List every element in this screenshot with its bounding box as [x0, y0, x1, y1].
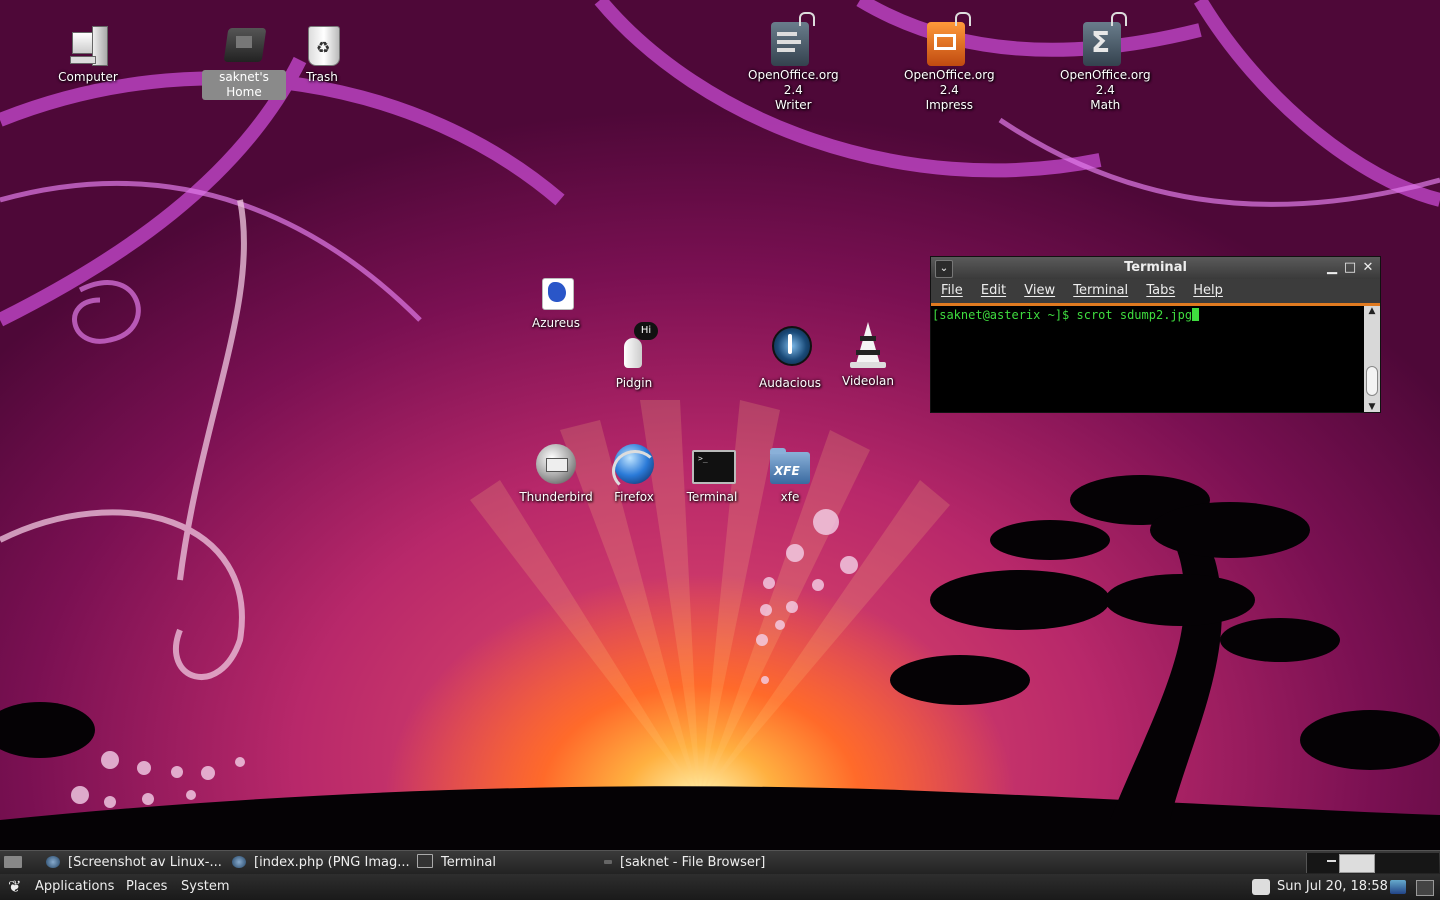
menu-places[interactable]: Places	[126, 874, 167, 900]
close-icon: ✕	[1362, 260, 1374, 275]
folder-icon	[604, 860, 612, 864]
maximize-button[interactable]: □	[1342, 259, 1358, 277]
main-panel: ❦ Applications Places System Sun Jul 20,…	[0, 874, 1440, 900]
firefox-icon	[232, 856, 246, 868]
desktop-icon-trash[interactable]: ♻ Trash	[280, 24, 364, 85]
firefox-icon	[46, 856, 60, 868]
desktop-icon-computer[interactable]: Computer	[46, 24, 130, 85]
desktop-background: Computer saknet's Home ♻ Trash OpenOffic…	[0, 0, 1440, 850]
window-list-panel: [Screenshot av Linux-... [index.php (PNG…	[0, 850, 1440, 875]
task-terminal[interactable]: Terminal	[417, 851, 496, 875]
task-label: [Screenshot av Linux-...	[68, 855, 222, 870]
audacious-icon	[768, 324, 812, 374]
workspace-1[interactable]	[1339, 854, 1375, 873]
task-index-php[interactable]: [index.php (PNG Imag...	[232, 851, 410, 875]
terminal-prompt-line: [saknet@asterix ~]$ scrot sdump2.jpg	[932, 308, 1193, 322]
terminal-titlebar[interactable]: ⌄ Terminal ▁ □ ✕	[931, 257, 1380, 279]
task-file-browser[interactable]: [saknet - File Browser]	[604, 851, 765, 875]
desktop-icon-label: Azureus	[531, 316, 581, 330]
desktop-icon-terminal[interactable]: >_ Terminal	[670, 444, 754, 505]
desktop-icon-home[interactable]: saknet's Home	[202, 24, 286, 100]
gnome-foot-icon[interactable]: ❦	[8, 877, 28, 897]
thunderbird-icon	[534, 444, 578, 488]
desktop-icon-label: OpenOffice.org 2.4 Math	[1060, 68, 1151, 112]
terminal-menubar: File Edit View Terminal Tabs Help	[931, 279, 1380, 306]
desktop-icon-label: Firefox	[614, 490, 654, 504]
menu-view[interactable]: View	[1024, 283, 1055, 298]
task-label: Terminal	[441, 855, 496, 870]
close-button[interactable]: ✕	[1360, 259, 1376, 277]
desktop-icon-thunderbird[interactable]: Thunderbird	[514, 444, 598, 505]
desktop-icon-label: xfe	[780, 490, 800, 504]
desktop-icon-label: Terminal	[686, 490, 738, 504]
desktop-icon-audacious[interactable]: Audacious	[748, 324, 832, 391]
impress-icon	[919, 12, 973, 66]
desktop-icon-label: OpenOffice.org 2.4 Writer	[748, 68, 839, 112]
text-cursor	[1192, 308, 1200, 321]
azureus-icon	[534, 276, 578, 314]
menu-system[interactable]: System	[181, 874, 229, 900]
menu-applications[interactable]: Applications	[35, 874, 114, 900]
desktop-icon-label: Audacious	[759, 376, 821, 390]
window-thumb-icon	[1327, 860, 1336, 862]
desktop-icon-firefox[interactable]: Firefox	[592, 444, 676, 505]
task-label: [saknet - File Browser]	[620, 855, 766, 870]
menu-file[interactable]: File	[941, 283, 963, 298]
wallpaper-art	[0, 0, 1440, 850]
desktop-icon-math[interactable]: Σ OpenOffice.org 2.4 Math	[1057, 12, 1151, 113]
terminal-screen[interactable]: [saknet@asterix ~]$ scrot sdump2.jpg	[931, 306, 1364, 412]
task-screenshot[interactable]: [Screenshot av Linux-...	[46, 851, 222, 875]
menu-edit[interactable]: Edit	[981, 283, 1006, 298]
desktop-icon-pidgin[interactable]: Hi Pidgin	[592, 322, 676, 391]
xfe-folder-icon: XFE	[768, 444, 812, 488]
desktop-icon-label: Pidgin	[615, 376, 653, 390]
menu-tabs[interactable]: Tabs	[1146, 283, 1175, 298]
writer-icon	[763, 12, 817, 66]
show-desktop-tray-icon[interactable]	[1416, 880, 1434, 896]
desktop-icon-azureus[interactable]: Azureus	[514, 276, 598, 331]
desktop-icon-xfe[interactable]: XFE xfe	[748, 444, 832, 505]
menu-help[interactable]: Help	[1193, 283, 1223, 298]
show-desktop-button[interactable]	[4, 851, 30, 875]
network-icon[interactable]	[1390, 880, 1406, 894]
desktop-icon-label: Videolan	[842, 374, 894, 388]
scroll-down-arrow-icon[interactable]: ▼	[1364, 402, 1380, 412]
desktop-icon-writer[interactable]: OpenOffice.org 2.4 Writer	[745, 12, 839, 113]
update-notifier-icon[interactable]	[1252, 879, 1270, 895]
terminal-window[interactable]: ⌄ Terminal ▁ □ ✕ File Edit View Terminal…	[930, 256, 1381, 413]
desktop-icon-label: saknet's Home	[202, 70, 286, 100]
desktop-icon-label: OpenOffice.org 2.4 Impress	[904, 68, 995, 112]
window-menu-button[interactable]: ⌄	[935, 260, 953, 278]
scrollbar-thumb[interactable]	[1366, 366, 1378, 396]
pidgin-icon: Hi	[612, 322, 658, 374]
desktop-icon-label: Trash	[306, 70, 338, 84]
math-icon: Σ	[1075, 12, 1129, 66]
desktop-icon-label: Computer	[58, 70, 118, 84]
desktop-icon-label: Thunderbird	[519, 490, 593, 504]
firefox-icon	[612, 444, 658, 492]
clock[interactable]: Sun Jul 20, 18:58	[1277, 874, 1388, 900]
trash-icon: ♻	[300, 24, 344, 68]
terminal-icon: >_	[690, 444, 736, 488]
computer-icon	[66, 24, 110, 68]
vlc-icon	[846, 320, 890, 372]
window-title: Terminal	[1124, 260, 1187, 275]
show-desktop-icon	[4, 856, 22, 868]
minimize-icon: ▁	[1327, 260, 1337, 275]
home-folder-icon	[222, 24, 267, 68]
desktop-icon-videolan[interactable]: Videolan	[826, 320, 910, 389]
minimize-button[interactable]: ▁	[1324, 259, 1340, 277]
terminal-icon	[417, 854, 433, 868]
terminal-scrollbar[interactable]: ▲ ▼	[1364, 306, 1380, 412]
workspace-switcher[interactable]	[1306, 853, 1439, 873]
task-label: [index.php (PNG Imag...	[254, 855, 410, 870]
maximize-icon: □	[1343, 260, 1357, 275]
scroll-up-arrow-icon[interactable]: ▲	[1364, 306, 1380, 316]
desktop-icon-impress[interactable]: OpenOffice.org 2.4 Impress	[901, 12, 995, 113]
menu-terminal[interactable]: Terminal	[1073, 283, 1128, 298]
chevron-down-icon: ⌄	[939, 263, 949, 274]
